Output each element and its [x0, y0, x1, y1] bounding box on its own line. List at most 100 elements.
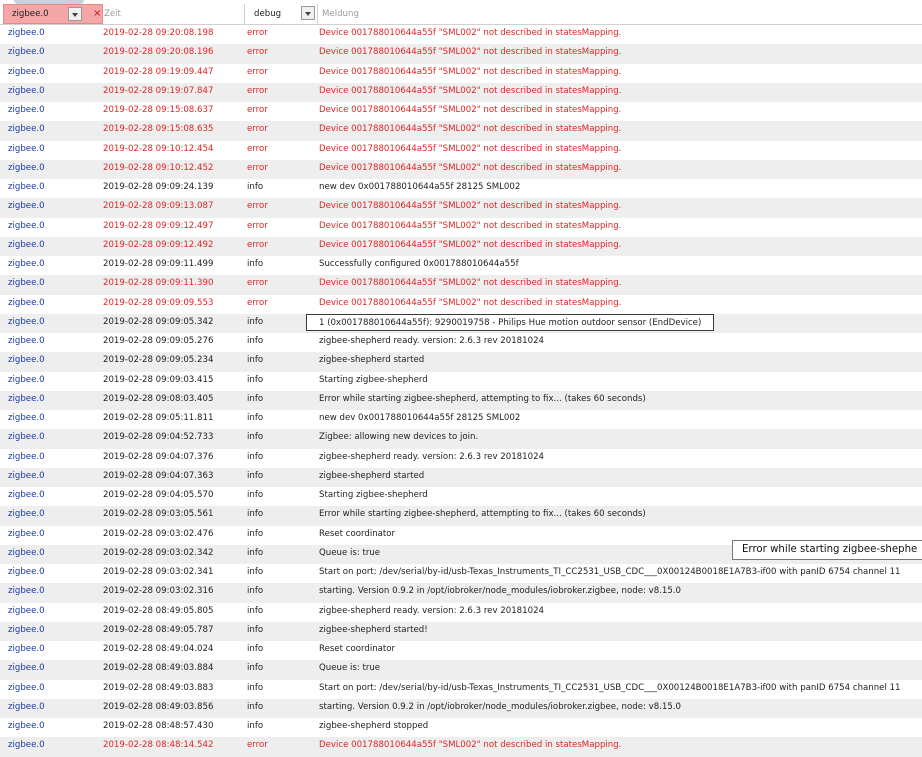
log-row[interactable]: zigbee.0 2019-02-28 08:49:05.787 info zigbe…	[0, 621, 922, 641]
log-timestamp: 2019-02-28 09:19:09.447	[103, 66, 214, 77]
source-dropdown-button[interactable]	[68, 7, 82, 21]
log-row[interactable]: zigbee.0 2019-02-28 09:09:09.553 error Devi…	[0, 295, 922, 314]
log-timestamp: 2019-02-28 09:09:11.499	[103, 259, 214, 269]
log-row[interactable]: zigbee.0 2019-02-28 08:49:04.024 info Reset…	[0, 641, 922, 660]
log-row[interactable]: zigbee.0 2019-02-28 09:09:13.087 error Devi…	[0, 198, 922, 218]
log-timestamp: 2019-02-28 09:03:02.341	[103, 567, 214, 577]
log-message: Reset coordinator	[319, 528, 396, 539]
log-row[interactable]: zigbee.0 2019-02-28 09:09:05.342 info 1 (0x…	[0, 313, 922, 333]
log-message: Device 001788010644a55f "SML002" not des…	[319, 162, 622, 173]
log-row[interactable]: zigbee.0 2019-02-28 09:15:08.635 error Devi…	[0, 121, 922, 141]
log-row[interactable]: zigbee.0 2019-02-28 09:10:12.452 error Devi…	[0, 159, 922, 179]
log-timestamp: 2019-02-28 09:09:03.415	[103, 374, 214, 385]
source-filter[interactable]: zigbee.0 ×	[3, 4, 103, 24]
log-source: zigbee.0	[8, 701, 45, 712]
log-row[interactable]: zigbee.0 2019-02-28 09:09:24.139 info new d…	[0, 179, 922, 198]
log-severity: error	[247, 143, 268, 154]
time-filter-cell	[102, 4, 245, 24]
message-tooltip: Error while starting zigbee-shephe	[732, 540, 922, 560]
log-row[interactable]: zigbee.0 2019-02-28 09:19:07.847 error Devi…	[0, 82, 922, 102]
severity-filter[interactable]: debug	[246, 4, 318, 24]
log-row[interactable]: zigbee.0 2019-02-28 09:04:05.570 info Start…	[0, 487, 922, 506]
log-message: Starting zigbee-shepherd	[319, 490, 428, 500]
log-timestamp: 2019-02-28 09:03:02.342	[103, 547, 214, 558]
log-severity: info	[247, 624, 264, 635]
log-row[interactable]: zigbee.0 2019-02-28 08:49:03.884 info Queue…	[0, 660, 922, 680]
log-message: Device 001788010644a55f "SML002" not des…	[319, 740, 622, 751]
log-row[interactable]: zigbee.0 2019-02-28 09:15:08.637 error Devi…	[0, 102, 922, 121]
log-source: zigbee.0	[8, 567, 45, 577]
log-timestamp: 2019-02-28 08:49:03.884	[103, 663, 214, 674]
log-row[interactable]: zigbee.0 2019-02-28 08:49:05.805 info zigbe…	[0, 603, 922, 622]
log-source: zigbee.0	[8, 374, 45, 385]
log-severity: info	[247, 567, 264, 577]
log-source: zigbee.0	[8, 740, 45, 751]
log-source: zigbee.0	[8, 586, 45, 597]
log-message: Zigbee: allowing new devices to join.	[319, 432, 479, 443]
log-message: Starting zigbee-shepherd	[319, 374, 428, 385]
log-row[interactable]: zigbee.0 2019-02-28 09:09:11.390 error Devi…	[0, 275, 922, 295]
log-timestamp: 2019-02-28 08:48:57.430	[103, 721, 214, 731]
log-timestamp: 2019-02-28 09:09:12.492	[103, 239, 214, 250]
log-message: Device 001788010644a55f "SML002" not des…	[319, 278, 622, 289]
log-severity: info	[247, 490, 264, 500]
chevron-down-icon	[72, 13, 78, 17]
log-message: Start on port: /dev/serial/by-id/usb-Tex…	[319, 682, 901, 693]
log-row[interactable]: zigbee.0 2019-02-28 09:09:11.499 info Succe…	[0, 256, 922, 275]
log-row[interactable]: zigbee.0 2019-02-28 09:09:03.415 info Start…	[0, 372, 922, 391]
log-row[interactable]: zigbee.0 2019-02-28 09:09:12.492 error Devi…	[0, 236, 922, 256]
log-source: zigbee.0	[8, 220, 45, 231]
message-filter-cell	[318, 4, 922, 24]
log-row[interactable]: zigbee.0 2019-02-28 08:49:03.883 info Start…	[0, 680, 922, 699]
log-severity: error	[247, 297, 268, 308]
log-message: Device 001788010644a55f "SML002" not des…	[319, 124, 622, 135]
log-severity: info	[247, 355, 264, 366]
log-row[interactable]: zigbee.0 2019-02-28 09:05:11.811 info new d…	[0, 410, 922, 429]
log-row[interactable]: zigbee.0 2019-02-28 08:49:03.856 info start…	[0, 698, 922, 718]
log-source: zigbee.0	[8, 393, 45, 404]
log-source: zigbee.0	[8, 143, 45, 154]
log-message: Device 001788010644a55f "SML002" not des…	[319, 201, 622, 212]
log-severity: error	[247, 105, 268, 115]
log-row[interactable]: zigbee.0 2019-02-28 08:48:14.542 error Devi…	[0, 737, 922, 757]
log-severity: info	[247, 528, 264, 539]
log-row[interactable]: zigbee.0 2019-02-28 09:08:03.405 info Error…	[0, 390, 922, 410]
log-severity: error	[247, 278, 268, 289]
log-source: zigbee.0	[8, 721, 45, 731]
log-timestamp: 2019-02-28 08:49:03.856	[103, 701, 214, 712]
log-message: Successfully configured 0x001788010644a5…	[319, 259, 519, 269]
log-row[interactable]: zigbee.0 2019-02-28 09:19:09.447 error Devi…	[0, 64, 922, 83]
log-timestamp: 2019-02-28 09:10:12.452	[103, 162, 214, 173]
log-row[interactable]: zigbee.0 2019-02-28 08:48:57.430 info zigbe…	[0, 718, 922, 737]
log-row[interactable]: zigbee.0 2019-02-28 09:03:02.341 info Start…	[0, 564, 922, 583]
log-row[interactable]: zigbee.0 2019-02-28 09:04:07.363 info zigbe…	[0, 467, 922, 487]
log-message: Device 001788010644a55f "SML002" not des…	[319, 297, 622, 308]
log-filter-header: zigbee.0 × debug	[0, 4, 922, 25]
log-row[interactable]: zigbee.0 2019-02-28 09:20:08.198 error Devi…	[0, 25, 922, 44]
log-severity: info	[247, 547, 264, 558]
log-row[interactable]: zigbee.0 2019-02-28 09:04:07.376 info zigbe…	[0, 449, 922, 468]
log-row[interactable]: zigbee.0 2019-02-28 09:03:02.316 info start…	[0, 583, 922, 603]
log-row[interactable]: zigbee.0 2019-02-28 09:04:52.733 info Zigbe…	[0, 429, 922, 449]
log-row[interactable]: zigbee.0 2019-02-28 09:10:12.454 error Devi…	[0, 141, 922, 160]
log-source: zigbee.0	[8, 644, 45, 654]
log-row[interactable]: zigbee.0 2019-02-28 09:09:12.497 error Devi…	[0, 218, 922, 237]
log-message: new dev 0x001788010644a55f 28125 SML002	[319, 182, 521, 192]
log-message: zigbee-shepherd started!	[319, 624, 428, 635]
log-message: Device 001788010644a55f "SML002" not des…	[319, 85, 622, 96]
log-severity: error	[247, 220, 268, 231]
severity-dropdown-button[interactable]	[301, 6, 315, 20]
log-row[interactable]: zigbee.0 2019-02-28 09:03:05.561 info Error…	[0, 506, 922, 526]
message-filter-input[interactable]	[318, 4, 918, 24]
log-row[interactable]: zigbee.0 2019-02-28 09:20:08.196 error Devi…	[0, 44, 922, 64]
log-source: zigbee.0	[8, 278, 45, 289]
log-source: zigbee.0	[8, 605, 45, 616]
log-message: new dev 0x001788010644a55f 28125 SML002	[319, 413, 521, 423]
log-source: zigbee.0	[8, 85, 45, 96]
log-row[interactable]: zigbee.0 2019-02-28 09:09:05.276 info zigbe…	[0, 333, 922, 352]
log-timestamp: 2019-02-28 09:09:05.342	[103, 316, 214, 327]
log-row[interactable]: zigbee.0 2019-02-28 09:09:05.234 info zigbe…	[0, 352, 922, 372]
log-timestamp: 2019-02-28 09:09:05.276	[103, 336, 214, 346]
time-filter-input[interactable]	[102, 4, 242, 24]
clear-filter-icon[interactable]: ×	[93, 8, 101, 20]
